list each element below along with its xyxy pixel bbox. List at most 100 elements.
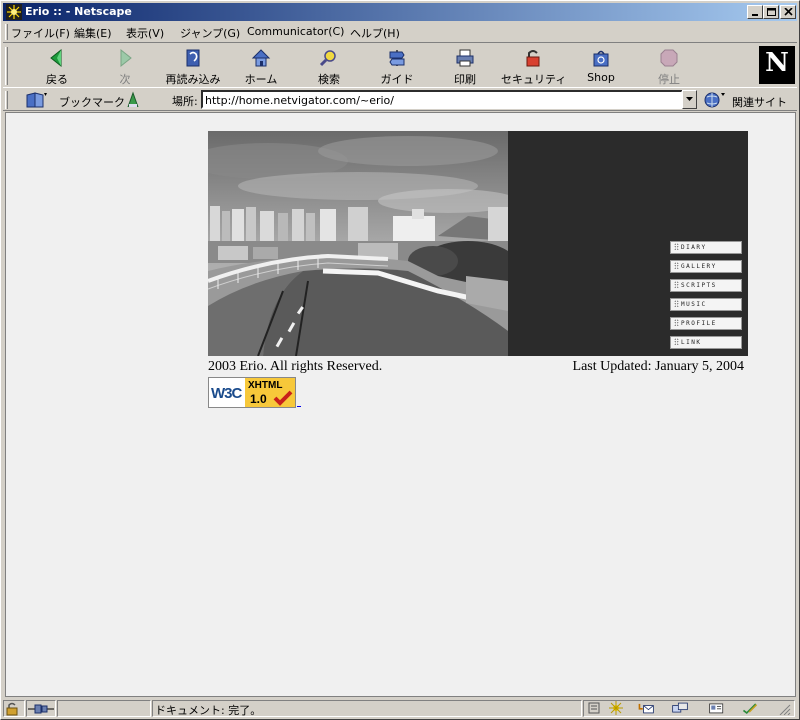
guide-button[interactable]: ガイド [365,46,429,86]
xhtml-version-text: 1.0 [250,392,267,406]
page-content: DIARY GALLERY SCRIPTS MUSIC PROFILE LINK… [5,112,796,697]
title-bar[interactable]: Erio :: - Netscape [3,3,797,21]
grip-dots-icon [674,243,679,250]
nav-music-label: MUSIC [681,301,707,308]
banner-photo [208,131,508,356]
location-bar: ブックマーク 場所: http://home.netvigator.com/~e… [3,89,797,111]
reload-label: 再読み込み [165,73,221,86]
forward-icon [120,48,132,68]
reload-button[interactable]: 再読み込み [161,46,225,86]
stop-label: 停止 [658,73,680,86]
browser-window: Erio :: - Netscape ファイル(F) 編集(E) 表示(V) ジ… [0,0,800,720]
security-label: セキュリティ [501,73,567,86]
bookmarks-label: ブックマーク [59,96,125,109]
bookmarks-icon [26,92,47,108]
search-button[interactable]: 検索 [297,46,361,86]
mail-icon[interactable] [637,701,655,715]
xhtml-logo: XHTML 1.0 [245,378,295,407]
reload-icon [186,49,200,67]
component-bar-grip-icon[interactable] [587,701,605,715]
menu-communicator[interactable]: Communicator(C) [247,25,344,38]
close-icon [784,8,793,16]
link-underline [297,406,301,407]
w3c-logo-text: W3C [211,385,242,402]
page-proxy-icon[interactable] [125,91,141,109]
stop-button[interactable]: 停止 [637,46,701,86]
home-label: ホーム [244,73,278,86]
menu-bar: ファイル(F) 編集(E) 表示(V) ジャンプ(G) Communicator… [3,22,797,41]
home-button[interactable]: ホーム [229,46,293,86]
locationbar-grip[interactable] [5,91,8,109]
chevron-down-icon [686,97,693,101]
maximize-button[interactable] [763,5,779,19]
checkmark-icon [273,390,293,406]
nav-profile-button[interactable]: PROFILE [670,317,742,330]
newsgroups-icon[interactable] [671,701,689,715]
nav-profile-label: PROFILE [681,320,717,327]
forward-button[interactable]: 次 [93,46,157,86]
menu-file[interactable]: ファイル(F) [11,25,70,41]
connection-status-cell[interactable] [26,700,56,717]
url-dropdown-button[interactable] [682,90,697,109]
grip-dots-icon [674,300,679,307]
menu-help[interactable]: ヘルプ(H) [350,25,400,41]
site-banner: DIARY GALLERY SCRIPTS MUSIC PROFILE LINK [208,131,748,356]
grip-dots-icon [674,338,679,345]
progress-cell [57,700,151,717]
security-button[interactable]: セキュリティ [501,46,567,86]
toolbar-grip[interactable] [5,47,8,85]
last-updated-text: Last Updated: January 5, 2004 [572,359,744,374]
menu-edit[interactable]: 編集(E) [74,25,112,41]
search-icon [319,50,336,67]
status-text: ドキュメント: 完了。 [155,704,262,717]
maximize-icon [767,8,776,16]
netscape-logo[interactable]: N [759,46,795,84]
plug-icon [28,704,54,714]
url-input[interactable]: http://home.netvigator.com/~erio/ [201,90,683,109]
guide-label: ガイド [380,73,414,86]
address-book-icon[interactable] [708,701,726,715]
stop-icon [660,49,678,67]
grip-dots-icon [674,319,679,326]
search-label: 検索 [318,73,340,86]
print-button[interactable]: 印刷 [433,46,497,86]
security-lock-cell[interactable] [3,700,25,717]
netscape-app-icon[interactable] [6,4,22,20]
shop-label: Shop [587,71,615,84]
security-icon [526,50,540,67]
copyright-text: 2003 Erio. All rights Reserved. [208,359,383,374]
nav-scripts-label: SCRIPTS [681,282,717,289]
print-label: 印刷 [454,73,476,86]
menubar-grip[interactable] [5,24,8,40]
composer-icon[interactable] [741,701,759,715]
menu-view[interactable]: 表示(V) [126,25,164,41]
status-bar: ドキュメント: 完了。 [3,698,797,718]
nav-gallery-button[interactable]: GALLERY [670,260,742,273]
shop-icon [593,50,609,67]
resize-grip-icon[interactable] [775,701,791,715]
lock-icon [6,702,18,716]
shop-button[interactable]: Shop [569,46,633,86]
grip-dots-icon [674,262,679,269]
location-label: 場所: [172,95,198,108]
forward-label: 次 [119,73,131,86]
back-icon [50,48,62,68]
nav-diary-button[interactable]: DIARY [670,241,742,254]
nav-music-button[interactable]: MUSIC [670,298,742,311]
nav-scripts-button[interactable]: SCRIPTS [670,279,742,292]
nav-link-button[interactable]: LINK [670,336,742,349]
menu-go[interactable]: ジャンプ(G) [180,25,240,41]
window-title: Erio :: - Netscape [25,5,132,18]
minimize-button[interactable] [747,5,763,19]
close-button[interactable] [780,5,796,19]
nav-gallery-label: GALLERY [681,263,717,270]
w3c-xhtml-badge-link[interactable]: W3C XHTML 1.0 [208,377,296,408]
related-sites-label: 関連サイト [732,96,787,109]
print-icon [456,49,474,67]
nav-diary-label: DIARY [681,244,707,251]
w3c-logo: W3C [209,378,245,407]
navigator-icon[interactable] [607,701,625,715]
back-button[interactable]: 戻る [25,46,89,86]
navigation-toolbar: 戻る 次 再読み込み ホーム 検索 ガイド 印刷 セキュリティ Shop 停止 [3,42,797,88]
back-label: 戻る [46,73,68,86]
